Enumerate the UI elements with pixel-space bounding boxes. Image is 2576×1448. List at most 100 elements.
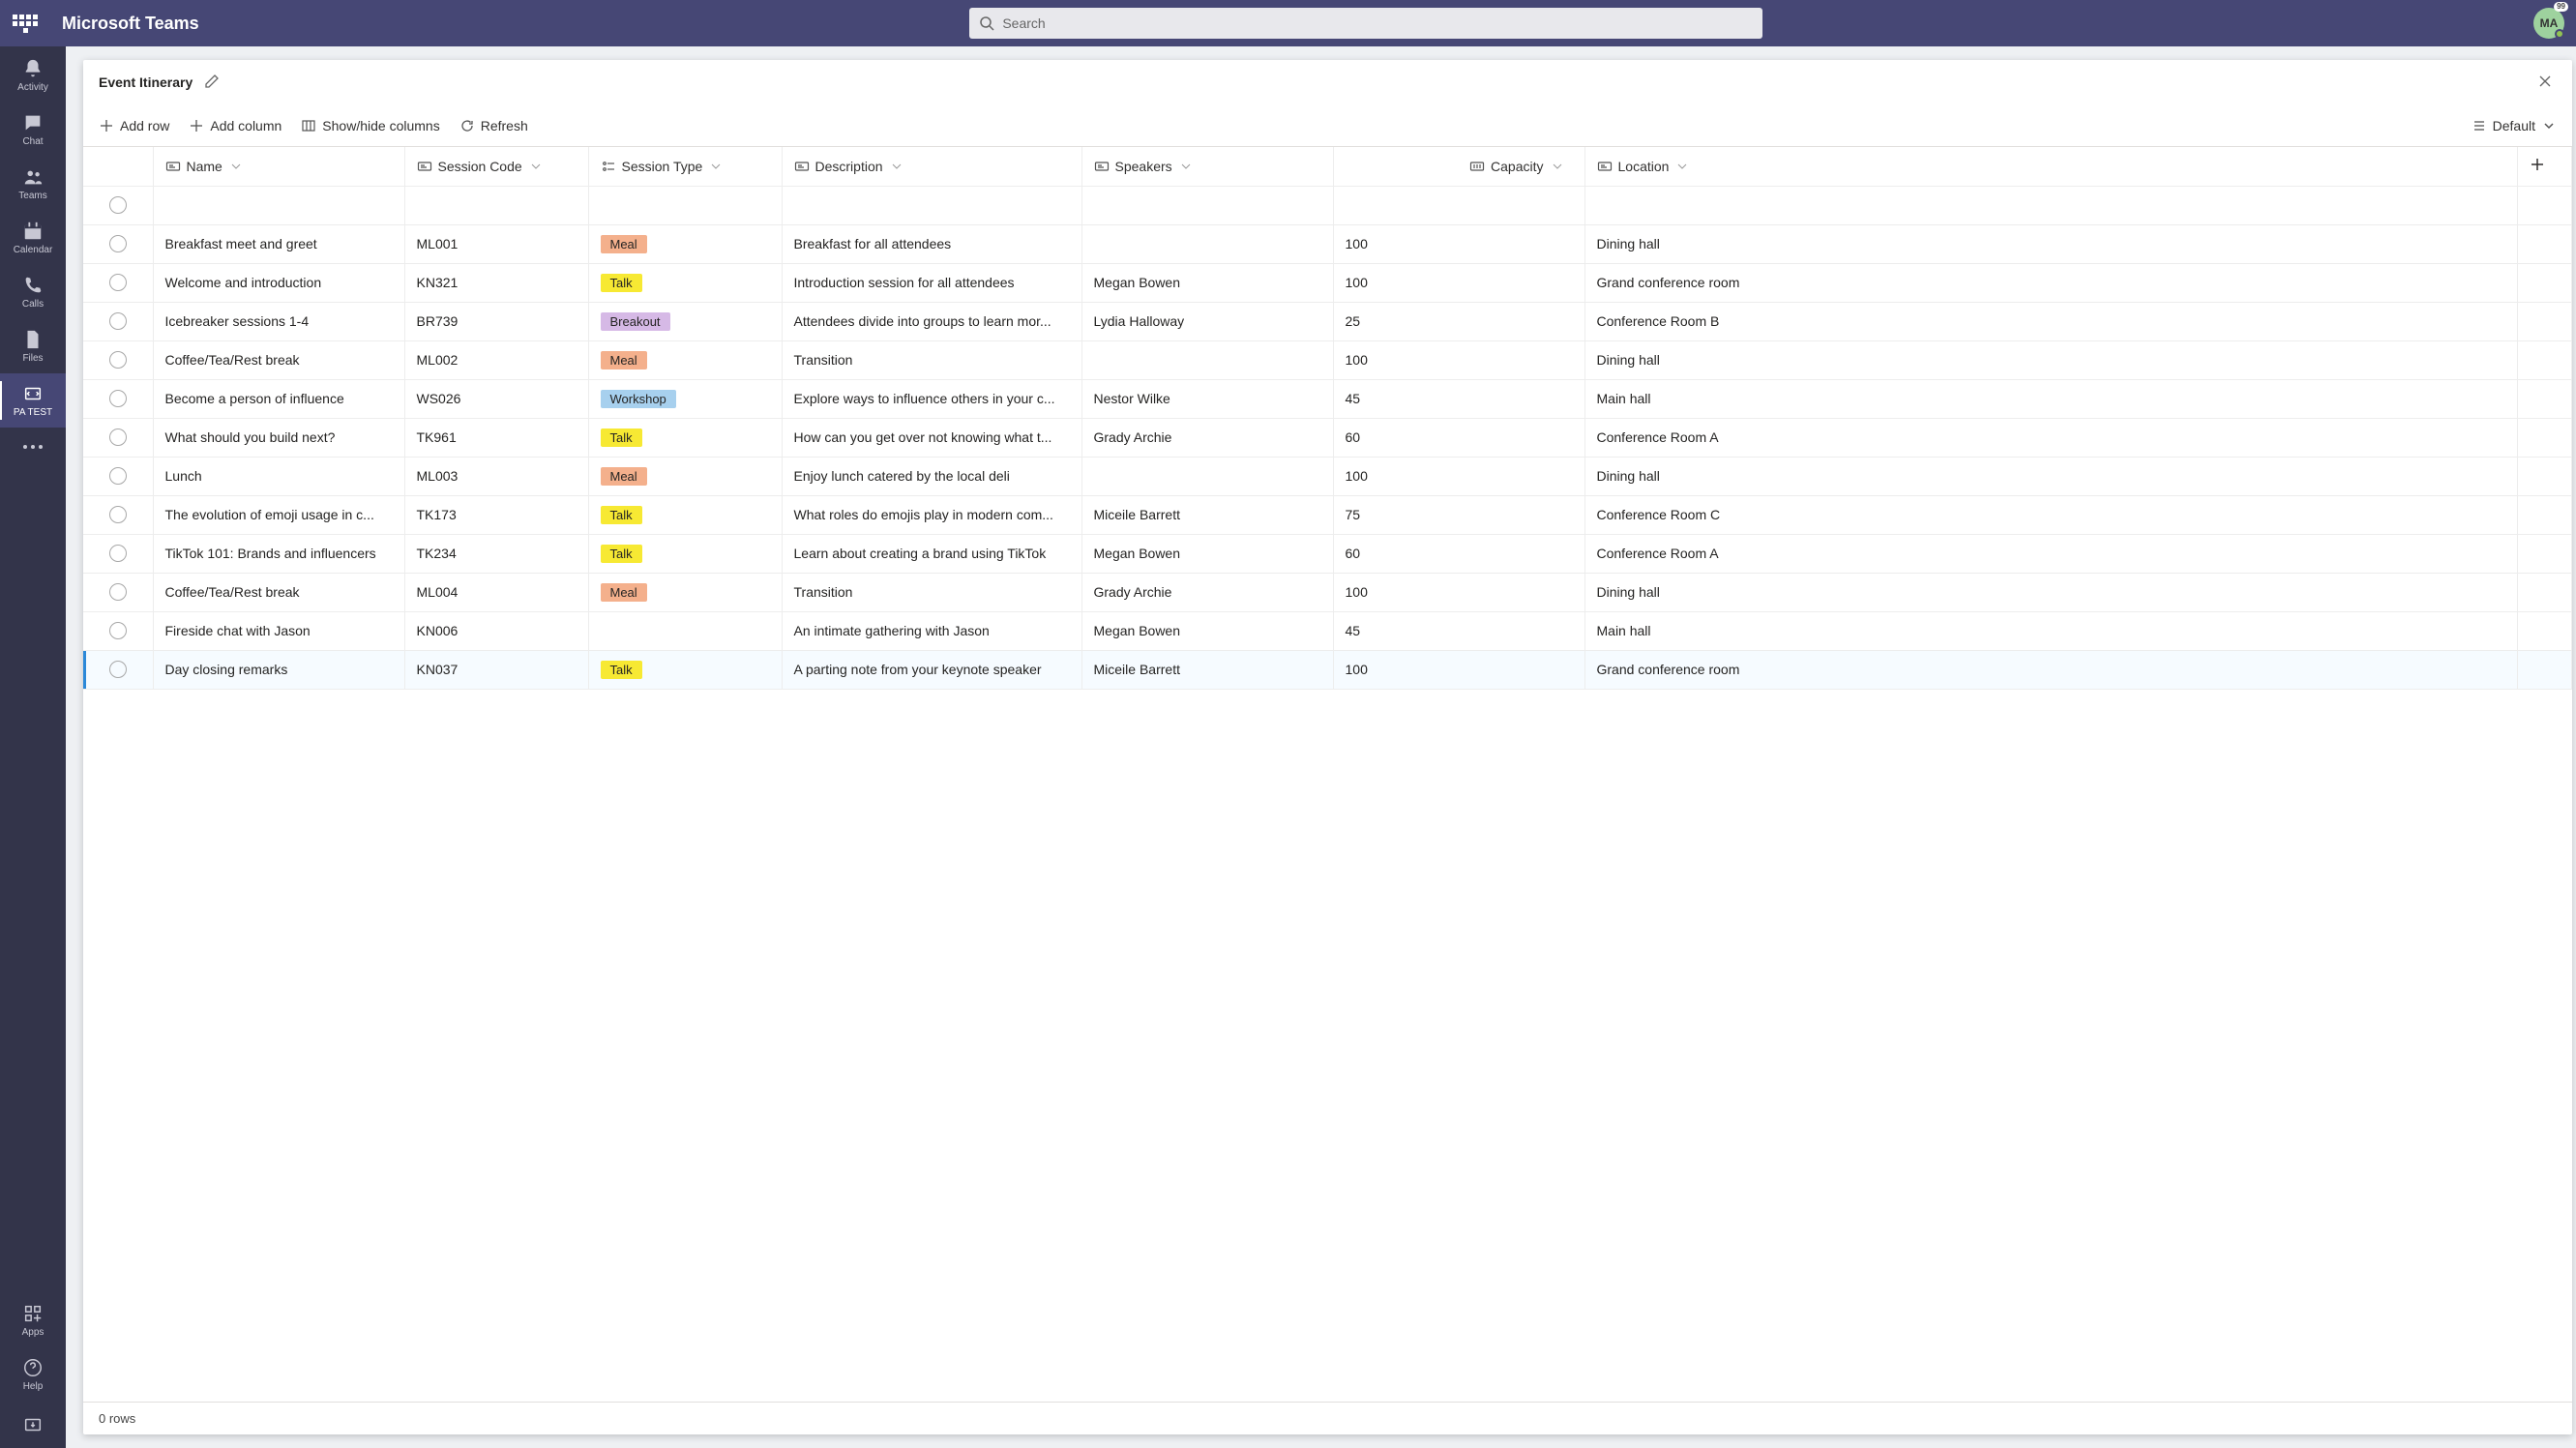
- cell-desc[interactable]: Learn about creating a brand using TikTo…: [782, 534, 1081, 573]
- cell-type[interactable]: Talk: [588, 418, 782, 457]
- grid-scroll[interactable]: Name Session Code Session Type Descripti…: [83, 147, 2572, 1402]
- cell-speakers[interactable]: [1081, 224, 1333, 263]
- cell-speakers[interactable]: [1081, 340, 1333, 379]
- col-select[interactable]: [83, 147, 153, 186]
- search-input[interactable]: Search: [969, 8, 1762, 39]
- cell-capacity[interactable]: 100: [1333, 263, 1584, 302]
- cell-name[interactable]: Coffee/Tea/Rest break: [153, 573, 404, 611]
- cell-desc[interactable]: What roles do emojis play in modern com.…: [782, 495, 1081, 534]
- cell-location[interactable]: Grand conference room: [1584, 650, 2518, 689]
- cell-type[interactable]: Meal: [588, 340, 782, 379]
- table-row[interactable]: Icebreaker sessions 1-4BR739BreakoutAtte…: [83, 302, 2572, 340]
- cell-speakers[interactable]: Nestor Wilke: [1081, 379, 1333, 418]
- cell-code[interactable]: KN037: [404, 650, 588, 689]
- rail-more[interactable]: [0, 428, 66, 466]
- cell-code[interactable]: ML003: [404, 457, 588, 495]
- cell-location[interactable]: Main hall: [1584, 379, 2518, 418]
- col-code[interactable]: Session Code: [404, 147, 588, 186]
- row-checkbox[interactable]: [109, 428, 127, 446]
- cell-capacity[interactable]: 45: [1333, 611, 1584, 650]
- cell-speakers[interactable]: Miceile Barrett: [1081, 650, 1333, 689]
- cell-desc[interactable]: Attendees divide into groups to learn mo…: [782, 302, 1081, 340]
- cell-code[interactable]: KN321: [404, 263, 588, 302]
- cell-name[interactable]: Fireside chat with Jason: [153, 611, 404, 650]
- filter-capacity[interactable]: [1333, 186, 1584, 224]
- cell-desc[interactable]: Introduction session for all attendees: [782, 263, 1081, 302]
- view-selector[interactable]: Default: [2470, 114, 2559, 137]
- row-checkbox[interactable]: [109, 622, 127, 639]
- filter-code[interactable]: [404, 186, 588, 224]
- rail-activity[interactable]: Activity: [0, 48, 66, 103]
- cell-select[interactable]: [83, 340, 153, 379]
- table-row[interactable]: Fireside chat with JasonKN006An intimate…: [83, 611, 2572, 650]
- cell-speakers[interactable]: Miceile Barrett: [1081, 495, 1333, 534]
- rail-calls[interactable]: Calls: [0, 265, 66, 319]
- app-launcher-icon[interactable]: [12, 10, 39, 37]
- cell-capacity[interactable]: 25: [1333, 302, 1584, 340]
- col-location[interactable]: Location: [1584, 147, 2518, 186]
- row-checkbox[interactable]: [109, 274, 127, 291]
- table-row[interactable]: Welcome and introductionKN321TalkIntrodu…: [83, 263, 2572, 302]
- cell-type[interactable]: Talk: [588, 534, 782, 573]
- row-checkbox[interactable]: [109, 351, 127, 369]
- cell-desc[interactable]: How can you get over not knowing what t.…: [782, 418, 1081, 457]
- filter-speakers[interactable]: [1081, 186, 1333, 224]
- cell-desc[interactable]: Breakfast for all attendees: [782, 224, 1081, 263]
- cell-name[interactable]: Become a person of influence: [153, 379, 404, 418]
- rail-pa-test[interactable]: PA TEST: [0, 373, 66, 428]
- cell-capacity[interactable]: 100: [1333, 457, 1584, 495]
- cell-location[interactable]: Conference Room B: [1584, 302, 2518, 340]
- cell-type[interactable]: Meal: [588, 573, 782, 611]
- cell-desc[interactable]: Explore ways to influence others in your…: [782, 379, 1081, 418]
- table-row[interactable]: The evolution of emoji usage in c...TK17…: [83, 495, 2572, 534]
- cell-location[interactable]: Conference Room C: [1584, 495, 2518, 534]
- rail-calendar[interactable]: Calendar: [0, 211, 66, 265]
- row-checkbox[interactable]: [109, 661, 127, 678]
- cell-type[interactable]: [588, 611, 782, 650]
- cell-code[interactable]: KN006: [404, 611, 588, 650]
- table-row[interactable]: Coffee/Tea/Rest breakML004MealTransition…: [83, 573, 2572, 611]
- filter-select[interactable]: [83, 186, 153, 224]
- cell-name[interactable]: Icebreaker sessions 1-4: [153, 302, 404, 340]
- edit-title-button[interactable]: [204, 74, 220, 92]
- table-row[interactable]: Become a person of influenceWS026Worksho…: [83, 379, 2572, 418]
- cell-speakers[interactable]: Megan Bowen: [1081, 611, 1333, 650]
- col-type[interactable]: Session Type: [588, 147, 782, 186]
- cell-location[interactable]: Dining hall: [1584, 340, 2518, 379]
- cell-select[interactable]: [83, 573, 153, 611]
- refresh-button[interactable]: Refresh: [458, 114, 530, 137]
- add-column-header[interactable]: [2518, 147, 2572, 186]
- cell-desc[interactable]: A parting note from your keynote speaker: [782, 650, 1081, 689]
- cell-desc[interactable]: Enjoy lunch catered by the local deli: [782, 457, 1081, 495]
- cell-type[interactable]: Talk: [588, 650, 782, 689]
- filter-location[interactable]: [1584, 186, 2518, 224]
- cell-select[interactable]: [83, 534, 153, 573]
- cell-capacity[interactable]: 75: [1333, 495, 1584, 534]
- cell-location[interactable]: Dining hall: [1584, 224, 2518, 263]
- row-checkbox[interactable]: [109, 196, 127, 214]
- cell-type[interactable]: Talk: [588, 263, 782, 302]
- row-checkbox[interactable]: [109, 583, 127, 601]
- table-row[interactable]: Breakfast meet and greetML001MealBreakfa…: [83, 224, 2572, 263]
- cell-type[interactable]: Talk: [588, 495, 782, 534]
- cell-location[interactable]: Grand conference room: [1584, 263, 2518, 302]
- cell-code[interactable]: ML002: [404, 340, 588, 379]
- row-checkbox[interactable]: [109, 390, 127, 407]
- cell-type[interactable]: Meal: [588, 224, 782, 263]
- cell-select[interactable]: [83, 495, 153, 534]
- cell-location[interactable]: Conference Room A: [1584, 534, 2518, 573]
- filter-type[interactable]: [588, 186, 782, 224]
- cell-select[interactable]: [83, 457, 153, 495]
- table-row[interactable]: Coffee/Tea/Rest breakML002MealTransition…: [83, 340, 2572, 379]
- row-checkbox[interactable]: [109, 467, 127, 485]
- cell-code[interactable]: TK173: [404, 495, 588, 534]
- cell-name[interactable]: Coffee/Tea/Rest break: [153, 340, 404, 379]
- cell-location[interactable]: Dining hall: [1584, 457, 2518, 495]
- cell-type[interactable]: Workshop: [588, 379, 782, 418]
- cell-name[interactable]: Day closing remarks: [153, 650, 404, 689]
- row-checkbox[interactable]: [109, 545, 127, 562]
- cell-name[interactable]: Welcome and introduction: [153, 263, 404, 302]
- cell-select[interactable]: [83, 302, 153, 340]
- cell-select[interactable]: [83, 263, 153, 302]
- rail-apps[interactable]: Apps: [0, 1293, 66, 1347]
